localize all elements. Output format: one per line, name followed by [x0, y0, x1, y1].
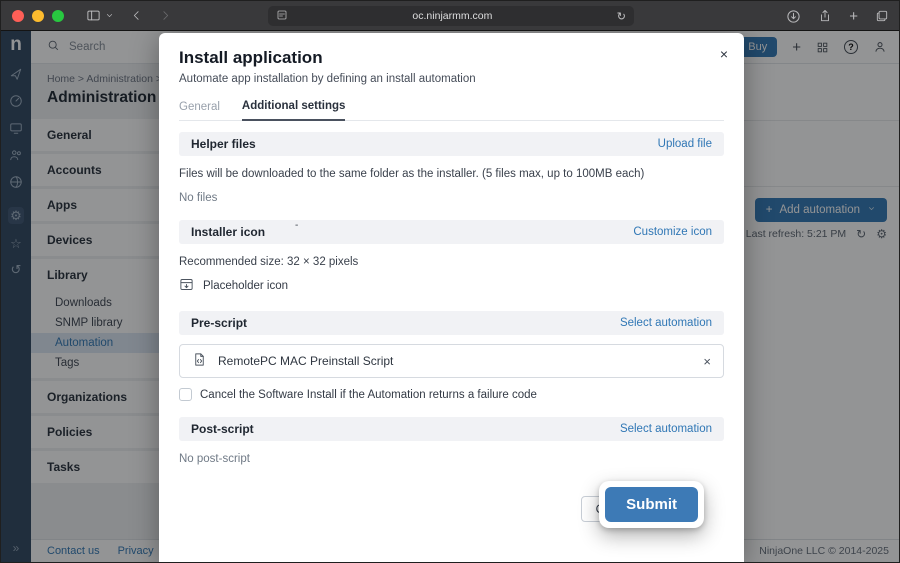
post-script-heading: Post-script — [191, 422, 254, 436]
tab-general[interactable]: General — [179, 100, 220, 120]
pre-script-select-automation-link[interactable]: Select automation — [620, 317, 712, 329]
minimize-window-button[interactable] — [32, 10, 44, 22]
address-bar[interactable]: oc.ninjarmm.com ↻ — [268, 6, 634, 26]
window-controls — [12, 10, 64, 22]
url-text: oc.ninjarmm.com — [288, 10, 617, 22]
browser-chrome: oc.ninjarmm.com ↻ + — [1, 1, 899, 31]
zoom-window-button[interactable] — [52, 10, 64, 22]
close-window-button[interactable] — [12, 10, 24, 22]
submit-button[interactable]: Submit — [605, 487, 698, 522]
cancel-install-checkbox[interactable] — [179, 388, 192, 401]
installer-icon-dash: - — [295, 220, 298, 231]
helper-files-empty-text: No files — [179, 192, 724, 204]
browser-window: oc.ninjarmm.com ↻ + n — [0, 0, 900, 563]
back-icon[interactable] — [130, 9, 143, 22]
placeholder-app-icon — [179, 277, 194, 295]
upload-file-link[interactable]: Upload file — [658, 138, 712, 150]
modal-subtitle: Automate app installation by defining an… — [159, 68, 744, 85]
cancel-install-checkbox-row: Cancel the Software Install if the Autom… — [179, 388, 724, 401]
forward-icon[interactable] — [159, 9, 172, 22]
helper-files-section-header: Helper files Upload file — [179, 132, 724, 156]
install-application-modal: × Install application Automate app insta… — [159, 33, 744, 562]
pre-script-section-header: Pre-script Select automation — [179, 311, 724, 335]
sidebar-toggle-icon[interactable] — [86, 8, 101, 23]
new-tab-icon[interactable]: + — [849, 8, 858, 25]
selected-automation-row: RemotePC MAC Preinstall Script × — [179, 344, 724, 378]
modal-tabs: General Additional settings — [179, 100, 724, 121]
installer-icon-heading: Installer icon — [191, 225, 265, 239]
remove-automation-icon[interactable]: × — [703, 355, 711, 368]
modal-title: Install application — [159, 33, 744, 68]
helper-files-description: Files will be downloaded to the same fol… — [179, 168, 724, 180]
reload-icon[interactable]: ↻ — [617, 10, 626, 23]
script-file-icon — [192, 352, 207, 370]
tab-overview-icon[interactable] — [875, 9, 889, 23]
chevron-down-icon[interactable] — [105, 11, 114, 20]
submit-highlight-card: Submit — [599, 481, 704, 528]
helper-files-heading: Helper files — [191, 137, 256, 151]
placeholder-icon-label: Placeholder icon — [203, 280, 288, 292]
placeholder-icon-row: Placeholder icon — [179, 277, 724, 295]
site-settings-icon[interactable] — [276, 9, 288, 24]
customize-icon-link[interactable]: Customize icon — [633, 226, 712, 238]
installer-icon-section-header: Installer icon - Customize icon — [179, 220, 724, 244]
tab-additional-settings[interactable]: Additional settings — [242, 100, 346, 121]
post-script-select-automation-link[interactable]: Select automation — [620, 423, 712, 435]
downloads-icon[interactable] — [786, 9, 801, 24]
modal-button-zone: Cancel Submit — [199, 481, 704, 541]
selected-automation-name: RemotePC MAC Preinstall Script — [218, 354, 393, 368]
post-script-section-header: Post-script Select automation — [179, 417, 724, 441]
close-icon[interactable]: × — [720, 47, 728, 61]
recommended-size-text: Recommended size: 32 × 32 pixels — [179, 256, 724, 268]
pre-script-heading: Pre-script — [191, 316, 247, 330]
share-icon[interactable] — [818, 9, 832, 23]
post-script-empty-text: No post-script — [179, 453, 724, 465]
cancel-install-checkbox-label: Cancel the Software Install if the Autom… — [200, 389, 537, 401]
